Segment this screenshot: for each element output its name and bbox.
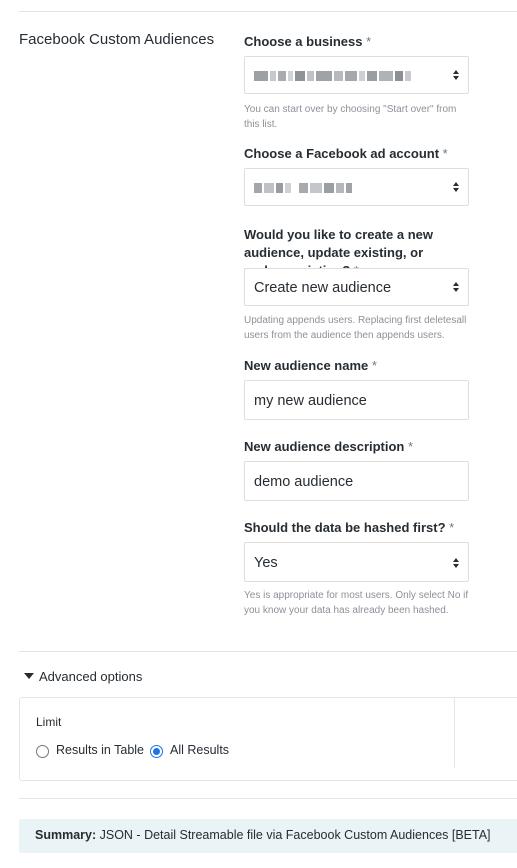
audience-name-label: New audience name * [244,357,377,375]
bottom-divider [19,798,517,799]
ad-account-label-text: Choose a Facebook ad account [244,146,440,161]
audience-action-value: Create new audience [254,280,392,296]
hash-help: Yes is appropriate for most users. Only … [244,590,469,616]
section-title: Facebook Custom Audiences [19,31,215,48]
select-arrows-icon [453,69,459,81]
hash-label-text: Should the data be hashed first? [244,520,446,535]
required-marker: * [408,439,414,454]
advanced-options-toggle[interactable]: Advanced options [24,669,142,684]
business-help: You can start over by choosing "Start ov… [244,104,457,130]
radio-results-in-table[interactable] [36,745,49,758]
panel-divider [454,698,455,768]
required-marker: * [371,358,377,373]
audience-description-label-text: New audience description [244,439,405,454]
redacted-value [254,71,413,81]
hash-select[interactable]: Yes [244,542,469,582]
summary-prefix: Summary: [35,828,97,842]
business-label: Choose a business * [244,33,371,51]
select-arrows-icon [453,281,459,293]
limit-label: Limit [36,715,62,729]
advanced-options-panel: Limit Results in Table All Results [19,697,517,781]
audience-action-help: Updating appends users. Replacing first … [244,315,467,341]
audience-description-label: New audience description * [244,438,413,456]
summary-value: JSON - Detail Streamable file via Facebo… [99,828,491,842]
required-marker: * [442,146,448,161]
audience-description-input[interactable]: demo audience [244,461,469,501]
business-select[interactable] [244,56,469,94]
radio-all-results[interactable] [150,745,163,758]
hash-value: Yes [254,555,278,571]
audience-name-input[interactable]: my new audience [244,380,469,420]
summary-text: Summary: JSON - Detail Streamable file v… [35,828,491,842]
audience-name-value: my new audience [254,393,367,409]
required-marker: * [449,520,455,535]
select-arrows-icon [453,557,459,569]
top-divider [19,11,517,12]
ad-account-label: Choose a Facebook ad account * [244,145,448,163]
summary-bar: Summary: JSON - Detail Streamable file v… [19,819,517,853]
hash-label: Should the data be hashed first? * [244,519,454,537]
radio-results-in-table-label[interactable]: Results in Table [56,743,144,757]
select-arrows-icon [453,181,459,193]
section-divider [19,651,517,652]
ad-account-select[interactable] [244,168,469,206]
radio-all-results-label[interactable]: All Results [170,743,229,757]
caret-down-icon [24,673,34,679]
audience-description-value: demo audience [254,474,354,490]
audience-name-label-text: New audience name [244,358,369,373]
required-marker: * [366,34,372,49]
audience-action-select[interactable]: Create new audience [244,268,469,306]
advanced-options-label: Advanced options [39,669,143,684]
business-label-text: Choose a business [244,34,363,49]
redacted-value [254,183,354,193]
